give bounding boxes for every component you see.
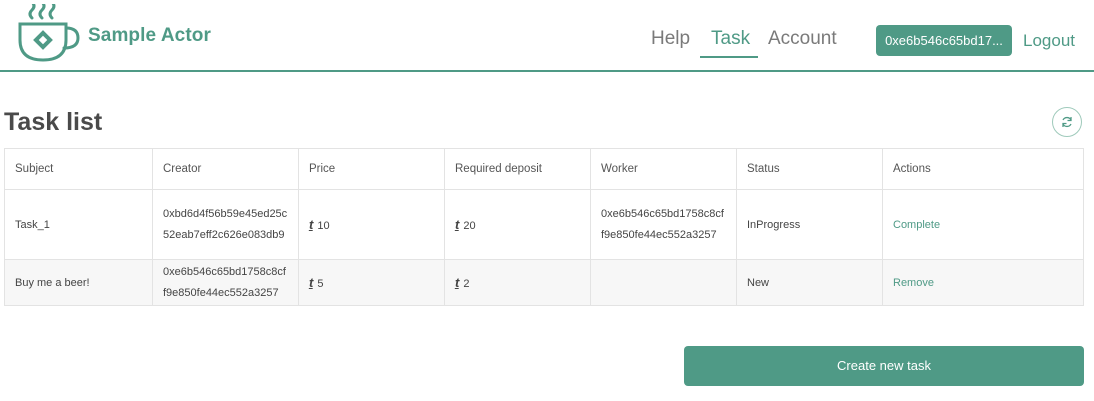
page-title: Task list (4, 108, 103, 136)
complete-action-link[interactable]: Complete (893, 219, 940, 231)
refresh-icon (1062, 116, 1072, 128)
table-row: Buy me a beer! 0xe6b546c65bd1758c8cff9e8… (4, 259, 1084, 306)
column-header-subject[interactable]: Subject (4, 148, 153, 190)
cell-creator: 0xe6b546c65bd1758c8cff9e850fe44ec552a325… (152, 259, 299, 306)
tez-currency-icon: ṯ (309, 217, 314, 232)
nav-help[interactable]: Help (651, 28, 690, 50)
logout-link[interactable]: Logout (1023, 31, 1075, 51)
remove-action-link[interactable]: Remove (893, 277, 934, 289)
cell-worker (590, 259, 737, 306)
cell-price: ṯ5 (298, 259, 445, 306)
column-header-price[interactable]: Price (298, 148, 445, 190)
cell-actions: Remove (882, 259, 1084, 306)
column-header-actions[interactable]: Actions (882, 148, 1084, 190)
deposit-value: 2 (463, 278, 470, 290)
cell-status: InProgress (736, 189, 883, 260)
column-header-deposit[interactable]: Required deposit (444, 148, 591, 190)
cell-worker: 0xe6b546c65bd1758c8cff9e850fe44ec552a325… (590, 189, 737, 260)
price-value: 5 (317, 278, 324, 290)
coffee-cup-logo-icon (18, 4, 80, 62)
price-value: 10 (317, 220, 330, 232)
nav-active-underline (700, 56, 758, 58)
tez-currency-icon: ṯ (309, 275, 314, 290)
cell-creator: 0xbd6d4f56b59e45ed25c52eab7eff2c626e083d… (152, 189, 299, 260)
column-header-worker[interactable]: Worker (590, 148, 737, 190)
refresh-button[interactable] (1052, 107, 1082, 137)
table-row: Task_1 0xbd6d4f56b59e45ed25c52eab7eff2c6… (4, 189, 1084, 260)
table-header-row: Subject Creator Price Required deposit W… (4, 148, 1084, 190)
brand-name: Sample Actor (88, 25, 211, 46)
cell-deposit: ṯ 20 (444, 189, 591, 260)
cell-deposit: ṯ2 (444, 259, 591, 306)
header: Sample Actor Help Task Account 0xe6b546c… (0, 0, 1094, 72)
cell-status: New (736, 259, 883, 306)
cell-price: ṯ 10 (298, 189, 445, 260)
create-new-task-button[interactable]: Create new task (684, 346, 1084, 386)
tez-currency-icon: ṯ (455, 217, 460, 232)
nav-task[interactable]: Task (711, 28, 750, 50)
tez-currency-icon: ṯ (455, 275, 460, 290)
cell-subject: Buy me a beer! (4, 259, 153, 306)
task-table: Subject Creator Price Required deposit W… (4, 148, 1084, 306)
column-header-status[interactable]: Status (736, 148, 883, 190)
column-header-creator[interactable]: Creator (152, 148, 299, 190)
deposit-value: 20 (463, 220, 476, 232)
account-address-button[interactable]: 0xe6b546c65bd17... (876, 25, 1012, 56)
nav-account[interactable]: Account (768, 28, 837, 50)
cell-subject: Task_1 (4, 189, 153, 260)
cell-actions: Complete (882, 189, 1084, 260)
